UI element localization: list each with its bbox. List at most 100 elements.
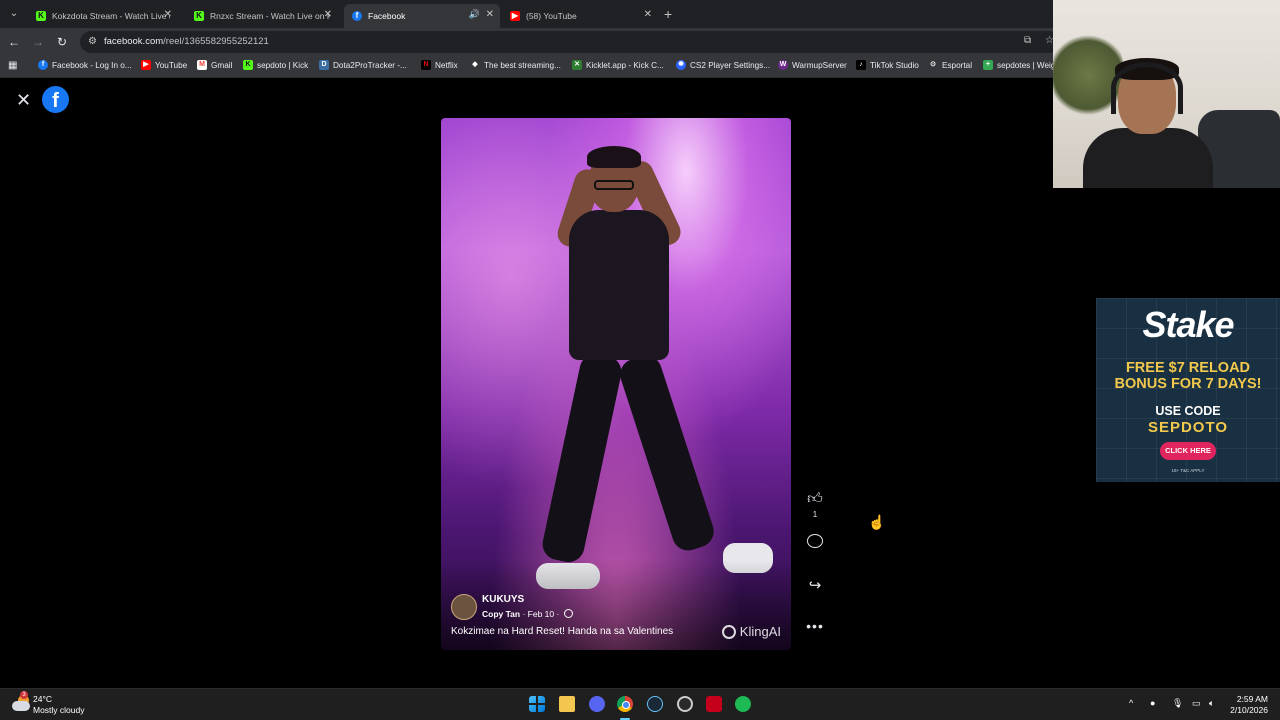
- discord-icon[interactable]: [589, 696, 605, 712]
- webcam-person: [1083, 128, 1213, 188]
- youtube-icon: ▶: [510, 11, 520, 21]
- bookmark-gmail[interactable]: M Gmail: [197, 60, 232, 70]
- site-info-icon[interactable]: ⚙: [88, 36, 97, 47]
- facebook-icon: f: [38, 60, 48, 70]
- bookmark-warmupserver[interactable]: W WarmupServer: [778, 60, 847, 70]
- bookmark-label: TikTok Studio: [870, 60, 919, 70]
- ad-headline-line2: BONUS FOR 7 DAYS!: [1114, 376, 1262, 392]
- url-domain: facebook.com: [104, 36, 164, 47]
- red-app-icon[interactable]: [706, 696, 722, 712]
- close-tab-icon[interactable]: ✕: [486, 9, 494, 20]
- bookmark-netflix[interactable]: N Netflix: [421, 60, 458, 70]
- watermark-text: KlingAI: [739, 624, 781, 639]
- weather-condition[interactable]: Mostly cloudy: [33, 705, 85, 715]
- speaker-icon[interactable]: 🔈︎: [1209, 698, 1214, 709]
- bookmark-label: Gmail: [211, 60, 233, 70]
- bookmark-label: sepdoto | Kick: [257, 60, 309, 70]
- ad-headline: FREE $7 RELOAD BONUS FOR 7 DAYS!: [1096, 360, 1280, 392]
- back-arrow-icon[interactable]: ←: [6, 34, 22, 50]
- stake-ad-banner: Stake FREE $7 RELOAD BONUS FOR 7 DAYS! U…: [1096, 298, 1280, 482]
- speaker-icon[interactable]: 🔊: [469, 9, 480, 20]
- dancer-figure: [616, 351, 718, 555]
- youtube-icon: ▶: [141, 60, 151, 70]
- spotify-icon[interactable]: [735, 696, 751, 712]
- bookmark-tiktok-studio[interactable]: ♪ TikTok Studio: [856, 60, 919, 70]
- bookmark-label: CS2 Player Settings...: [690, 60, 771, 70]
- clock-time[interactable]: 2:59 AM: [1234, 694, 1268, 704]
- url-text: facebook.com/reel/1365582955252121: [104, 36, 269, 47]
- bookmark-youtube[interactable]: ▶ YouTube: [141, 60, 187, 70]
- url-path: /reel/1365582955252121: [163, 36, 269, 47]
- kick-icon: K: [243, 60, 253, 70]
- reel-video[interactable]: KUKUYS Copy Tan · Feb 10 · Kokzimae na H…: [441, 118, 791, 650]
- comment-icon[interactable]: [806, 534, 824, 550]
- bookmark-dota2protracker[interactable]: D Dota2ProTracker -...: [319, 60, 407, 70]
- close-tab-icon[interactable]: ✕: [324, 9, 332, 20]
- bookmark-kicklet[interactable]: ✕ Kicklet.app - Kick C...: [572, 60, 664, 70]
- windows-start-icon[interactable]: [529, 696, 545, 712]
- tab-youtube[interactable]: ▶ (58) YouTube ✕: [502, 4, 658, 28]
- gmail-icon: M: [197, 60, 207, 70]
- ad-use-code-label: USE CODE: [1155, 404, 1221, 418]
- bookmark-label: Facebook - Log In o...: [52, 60, 132, 70]
- reload-icon[interactable]: ↻: [54, 34, 70, 50]
- cast-icon[interactable]: ⧉: [1024, 35, 1031, 46]
- gear-icon[interactable]: [677, 696, 693, 712]
- file-explorer-icon[interactable]: [559, 696, 575, 712]
- like-thumb-icon[interactable]: 👍︎: [805, 490, 825, 508]
- ad-click-here-button: CLICK HERE: [1160, 442, 1216, 460]
- forward-arrow-icon[interactable]: →: [30, 34, 46, 50]
- bookmark-sepdoto-kick[interactable]: Ksepdoto | Kick: [243, 60, 308, 70]
- dota2protracker-icon: D: [319, 60, 329, 70]
- like-count: 1: [812, 510, 818, 519]
- bookmark-label: WarmupServer: [792, 60, 847, 70]
- new-tab-plus-icon[interactable]: +: [664, 6, 672, 22]
- stake-logo: Stake: [1142, 304, 1234, 345]
- tab-title: Rnzxc Stream - Watch Live on Kick: [210, 11, 330, 21]
- bookmark-facebook[interactable]: f Facebook - Log In o...: [38, 60, 132, 70]
- chevron-up-icon[interactable]: ^: [1129, 698, 1133, 708]
- weather-cloudy-icon[interactable]: 3: [12, 691, 30, 713]
- bookmark-sepdotes[interactable]: + sepdotes | Weig: [983, 60, 1055, 70]
- close-tab-icon[interactable]: ✕: [164, 9, 172, 20]
- dancer-figure: [594, 180, 634, 190]
- network-icon[interactable]: ▭: [1192, 698, 1201, 709]
- more-options-icon[interactable]: •••: [805, 618, 825, 634]
- facebook-logo[interactable]: f: [42, 86, 69, 113]
- post-meta: Copy Tan · Feb 10 ·: [482, 609, 573, 619]
- hand-cursor-icon: ☝: [868, 514, 886, 530]
- watermark: KlingAI: [721, 624, 781, 639]
- bookmark-label: Netflix: [435, 60, 458, 70]
- tiktok-icon: ♪: [856, 60, 866, 70]
- share-arrow-icon[interactable]: ↪: [805, 576, 825, 594]
- apps-grid-icon[interactable]: ▦: [8, 60, 17, 71]
- diamond-icon: ◆: [472, 61, 478, 68]
- author-avatar[interactable]: [451, 594, 477, 620]
- bookmark-esportal[interactable]: ⊙ Esportal: [928, 60, 972, 70]
- tray-app-icon[interactable]: ●: [1150, 698, 1155, 708]
- bookmark-streaming[interactable]: ◆ The best streaming...: [470, 60, 561, 70]
- microphone-icon[interactable]: 🎙︎: [1172, 698, 1183, 709]
- ad-promo-code: SEPDOTO: [1147, 419, 1229, 436]
- weather-temperature[interactable]: 24°C: [33, 694, 52, 704]
- tab-search-chevron-icon[interactable]: ⌄: [4, 4, 24, 24]
- address-bar[interactable]: ⚙ facebook.com/reel/1365582955252121: [80, 31, 1060, 53]
- attribution-name[interactable]: Copy Tan: [482, 609, 520, 619]
- steam-icon[interactable]: [647, 696, 663, 712]
- bookmark-label: YouTube: [155, 60, 188, 70]
- dancer-figure: [539, 350, 625, 566]
- close-tab-icon[interactable]: ✕: [644, 9, 652, 20]
- tab-facebook[interactable]: f Facebook 🔊 ✕: [344, 4, 500, 28]
- webcam-overlay: [1053, 0, 1280, 188]
- bookmark-label: Dota2ProTracker -...: [333, 60, 407, 70]
- close-icon[interactable]: ✕: [16, 90, 31, 111]
- clock-date[interactable]: 2/10/2026: [1222, 705, 1268, 715]
- author-name[interactable]: KUKUYS: [482, 594, 524, 605]
- chrome-icon[interactable]: [617, 696, 633, 712]
- tab-rnzxc[interactable]: K Rnzxc Stream - Watch Live on Kick ✕: [186, 4, 338, 28]
- tab-kokzdota[interactable]: K Kokzdota Stream - Watch Live on Kick ✕: [28, 4, 178, 28]
- gear-icon: ✹: [676, 60, 686, 70]
- bookmark-cs2-settings[interactable]: ✹ CS2 Player Settings...: [676, 60, 770, 70]
- tab-title: (58) YouTube: [526, 11, 577, 21]
- ad-fine-print: 18+ T&C APPLY: [1171, 468, 1205, 473]
